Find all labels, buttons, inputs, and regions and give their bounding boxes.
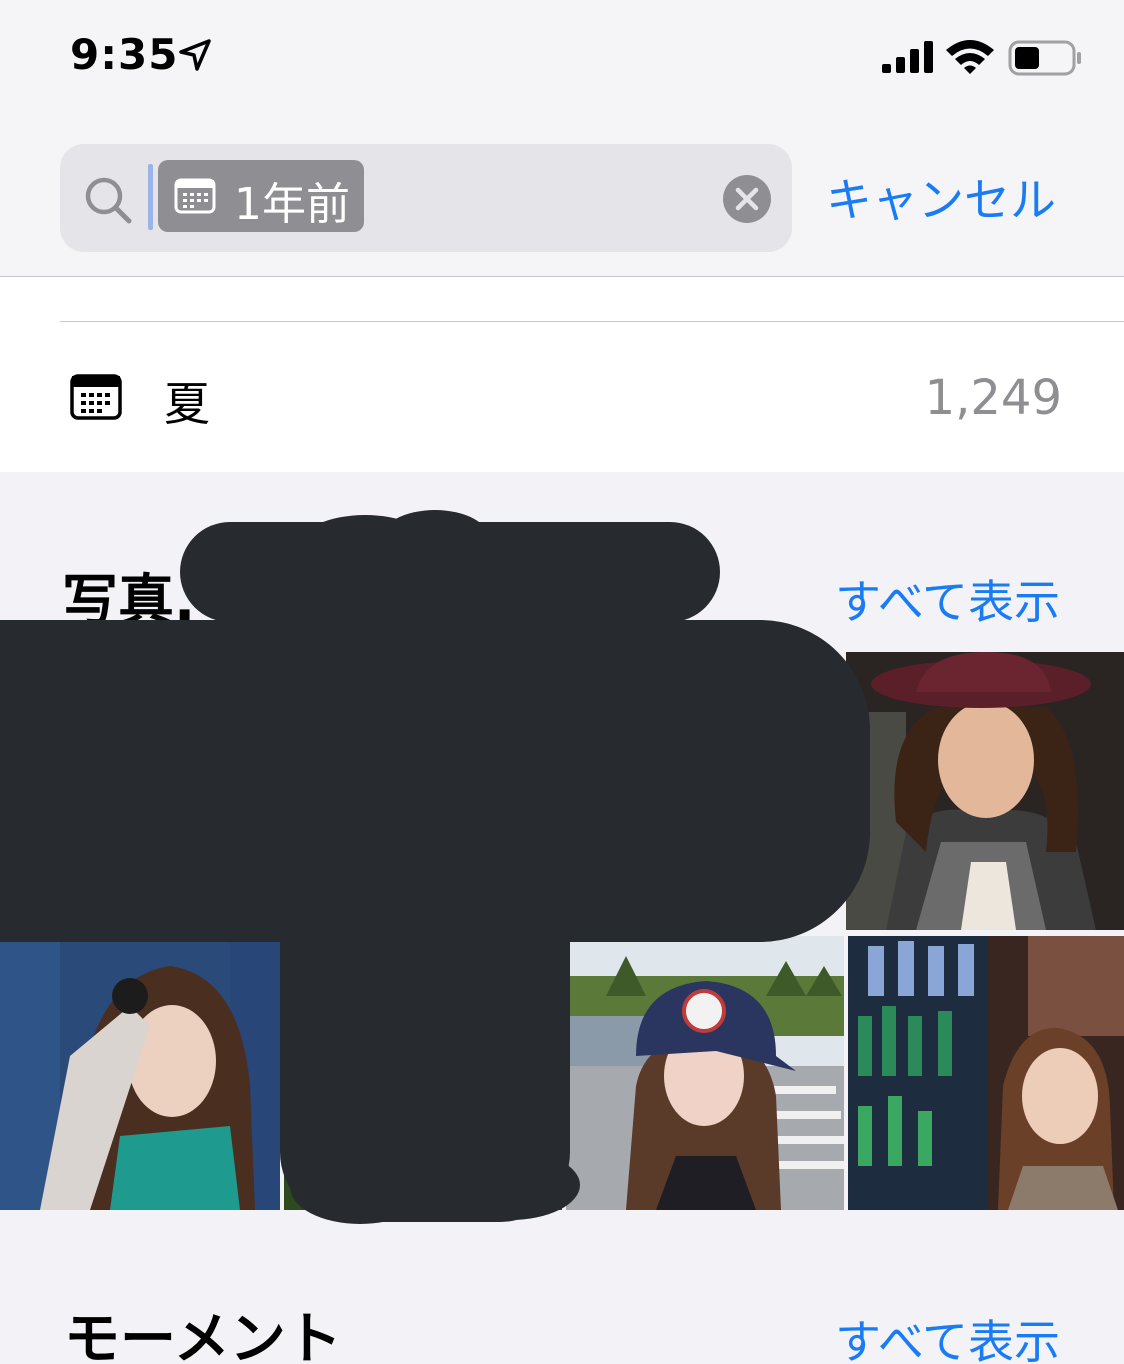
status-time: 9:35 [70,30,179,79]
search-header: 1年前 キャンセル [0,120,1124,277]
cancel-button[interactable]: キャンセル [826,164,1056,230]
calendar-icon [174,178,216,214]
clear-icon[interactable] [722,174,772,224]
text-cursor [148,164,153,230]
moments-see-all-link[interactable]: すべて表示 [835,1306,1060,1364]
search-icon [85,177,132,224]
search-input[interactable]: 1年前 [60,144,792,252]
search-suggestions-list: 夏 1,249 [0,277,1124,472]
location-arrow-icon [179,39,211,71]
list-item-count: 1,249 [924,370,1062,426]
redaction-mark [380,510,490,570]
photo-thumbnail[interactable] [846,652,1124,930]
photo-thumbnail[interactable] [566,936,844,1210]
cellular-signal-icon [882,41,933,73]
calendar-icon [70,374,122,420]
redaction-mark [440,1150,580,1220]
photos-see-all-link[interactable]: すべて表示 [835,566,1060,632]
wifi-icon [946,40,994,74]
moments-section-title: モーメント [64,1307,342,1364]
redaction-mark [0,620,870,942]
battery-icon [1008,40,1081,76]
list-item-summer[interactable]: 夏 1,249 [0,322,1124,472]
list-item-label: 夏 [164,377,210,431]
search-token[interactable]: 1年前 [158,160,364,232]
search-token-label: 1年前 [234,179,350,230]
photo-thumbnail[interactable] [848,936,1124,1210]
status-bar: 9:35 [0,0,1124,120]
photo-thumbnail[interactable] [0,936,280,1210]
redaction-mark [290,1150,430,1224]
